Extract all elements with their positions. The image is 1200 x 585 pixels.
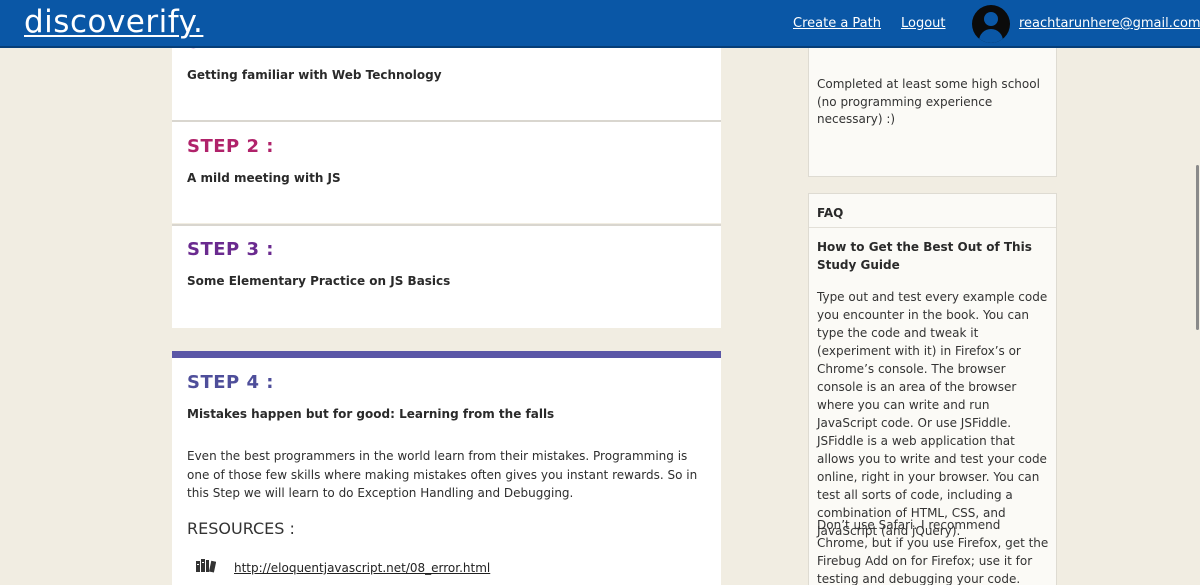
faq-answer-paragraph: Type out and test every example code you…: [817, 290, 1048, 538]
user-email-link[interactable]: reachtarunhere@gmail.com: [1019, 16, 1200, 31]
avatar-head: [984, 12, 998, 26]
user-avatar-icon[interactable]: [972, 5, 1010, 43]
step-4-title: STEP 4 :: [187, 372, 274, 393]
books-icon: [196, 559, 216, 573]
step-card-3: STEP 3 : Some Elementary Practice on JS …: [172, 226, 721, 328]
resources-heading: RESOURCES :: [187, 519, 295, 538]
step-card-2: STEP 2 : A mild meeting with JS: [172, 122, 721, 223]
resource-link[interactable]: http://eloquentjavascript.net/08_error.h…: [234, 561, 490, 575]
step-4-description: Even the best programmers in the world l…: [187, 449, 698, 500]
faq-answer-paragraph-2: Don’t use Safari. I recommend Chrome, bu…: [817, 518, 1049, 585]
faq-panel: FAQ How to Get the Best Out of This Stud…: [808, 193, 1057, 585]
brand-logo[interactable]: discoverify.: [24, 4, 203, 40]
logout-link[interactable]: Logout: [901, 16, 946, 31]
top-navbar: discoverify. Create a Path Logout reacht…: [0, 0, 1200, 48]
step-2-title: STEP 2 :: [187, 136, 274, 157]
avatar-body: [979, 29, 1003, 43]
prerequisites-text: Completed at least some high school (no …: [817, 77, 1040, 126]
prerequisites-panel: Completed at least some high school (no …: [808, 40, 1057, 177]
page-scrollbar[interactable]: [1196, 165, 1199, 330]
step-3-subtitle[interactable]: Some Elementary Practice on JS Basics: [187, 274, 450, 288]
step-3-title: STEP 3 :: [187, 239, 274, 260]
create-path-link[interactable]: Create a Path: [793, 16, 881, 31]
step-card-4: STEP 4 : Mistakes happen but for good: L…: [172, 351, 721, 585]
step-2-subtitle[interactable]: A mild meeting with JS: [187, 171, 341, 185]
faq-header: FAQ: [809, 194, 1056, 228]
step-1-subtitle[interactable]: Getting familiar with Web Technology: [187, 68, 442, 82]
step-4-subtitle[interactable]: Mistakes happen but for good: Learning f…: [187, 407, 554, 421]
faq-question: How to Get the Best Out of This Study Gu…: [817, 240, 1032, 272]
faq-title: FAQ: [817, 206, 844, 220]
